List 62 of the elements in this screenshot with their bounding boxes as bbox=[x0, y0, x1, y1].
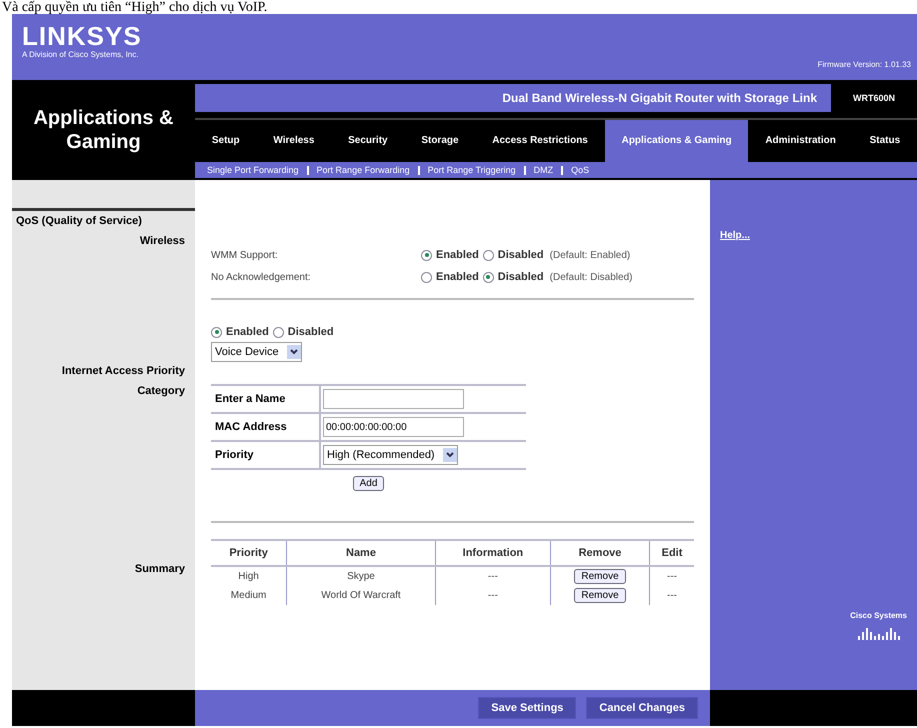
remove-button[interactable]: Remove bbox=[574, 569, 626, 584]
field-label: Priority bbox=[211, 442, 321, 468]
cisco-logo-text: Cisco Systems bbox=[850, 611, 907, 620]
sub-tab-link[interactable]: Port Range Triggering bbox=[428, 165, 516, 175]
radio-button[interactable] bbox=[421, 272, 432, 282]
table-cell: High bbox=[211, 566, 287, 586]
field-label: MAC Address bbox=[211, 414, 321, 440]
row-label: Summary bbox=[134, 563, 186, 575]
radio-button[interactable] bbox=[421, 250, 432, 260]
dropdown-icon bbox=[442, 448, 457, 462]
priority-select[interactable]: High (Recommended) bbox=[323, 445, 458, 465]
row-label: Internet Access Priority bbox=[60, 365, 186, 377]
option-label: Disabled bbox=[498, 249, 544, 261]
column-header: Remove bbox=[550, 540, 650, 566]
sub-tab-link[interactable]: Port Range Forwarding bbox=[316, 165, 410, 175]
table-cell: Skype bbox=[286, 566, 436, 586]
row-label: Category bbox=[136, 385, 186, 397]
radio-button[interactable] bbox=[482, 272, 494, 282]
brand-tagline: A Division of Cisco Systems, Inc. bbox=[22, 50, 140, 59]
table-cell: --- bbox=[650, 566, 694, 586]
option-label: Disabled bbox=[288, 326, 334, 338]
help-link[interactable]: Help... bbox=[720, 230, 907, 241]
table-cell: --- bbox=[435, 586, 551, 605]
option-label: Enabled bbox=[436, 271, 479, 283]
table-cell: Medium bbox=[211, 586, 287, 605]
section-title: Applications & Gaming bbox=[32, 106, 174, 154]
column-header: Priority bbox=[211, 540, 287, 566]
radio-button[interactable] bbox=[482, 250, 494, 260]
cancel-button[interactable]: Cancel Changes bbox=[586, 697, 698, 719]
option-label: Enabled bbox=[436, 249, 479, 261]
field-label: Enter a Name bbox=[211, 386, 321, 412]
column-header: Information bbox=[435, 540, 551, 566]
default-note: (Default: Enabled) bbox=[550, 250, 630, 260]
table-cell: --- bbox=[435, 566, 551, 586]
add-button[interactable]: Add bbox=[352, 476, 384, 491]
nav-tab[interactable]: Applications & Gaming bbox=[604, 120, 748, 162]
row-label: Wireless bbox=[138, 235, 186, 247]
default-note: (Default: Disabled) bbox=[550, 272, 632, 282]
save-button[interactable]: Save Settings bbox=[478, 697, 576, 719]
category-select[interactable]: Voice Device bbox=[211, 342, 302, 362]
option-label: Disabled bbox=[498, 271, 544, 283]
column-header: Name bbox=[286, 540, 436, 566]
option-label: Enabled bbox=[226, 326, 269, 338]
column-header: Edit bbox=[650, 540, 694, 566]
sub-tab-link[interactable]: Single Port Forwarding bbox=[207, 165, 299, 175]
remove-button[interactable]: Remove bbox=[574, 588, 626, 603]
model-name: WRT600N bbox=[852, 92, 896, 105]
dropdown-icon bbox=[286, 345, 301, 359]
table-cell: World Of Warcraft bbox=[286, 586, 436, 605]
setting-label: WMM Support: bbox=[211, 250, 279, 260]
brand-logo: LINKSYS bbox=[22, 22, 142, 50]
input-field[interactable] bbox=[323, 389, 464, 409]
setting-label: No Acknowledgement: bbox=[211, 272, 312, 282]
radio-button[interactable] bbox=[211, 326, 222, 338]
sub-tab-link[interactable]: QoS bbox=[571, 165, 590, 175]
caption-text: Và cấp quyền ưu tiên “High” cho dịch vụ VoIP. bbox=[1, 0, 268, 14]
product-name: Dual Band Wireless-N Gigabit Router with Storage Link bbox=[195, 84, 831, 112]
radio-button[interactable] bbox=[272, 326, 284, 338]
table-cell: --- bbox=[650, 586, 694, 605]
input-field[interactable]: 00:00:00:00:00:00 bbox=[323, 417, 464, 437]
sub-tab-link[interactable]: DMZ bbox=[534, 165, 554, 175]
firmware-version: Firmware Version: 1.01.33 bbox=[818, 60, 911, 69]
